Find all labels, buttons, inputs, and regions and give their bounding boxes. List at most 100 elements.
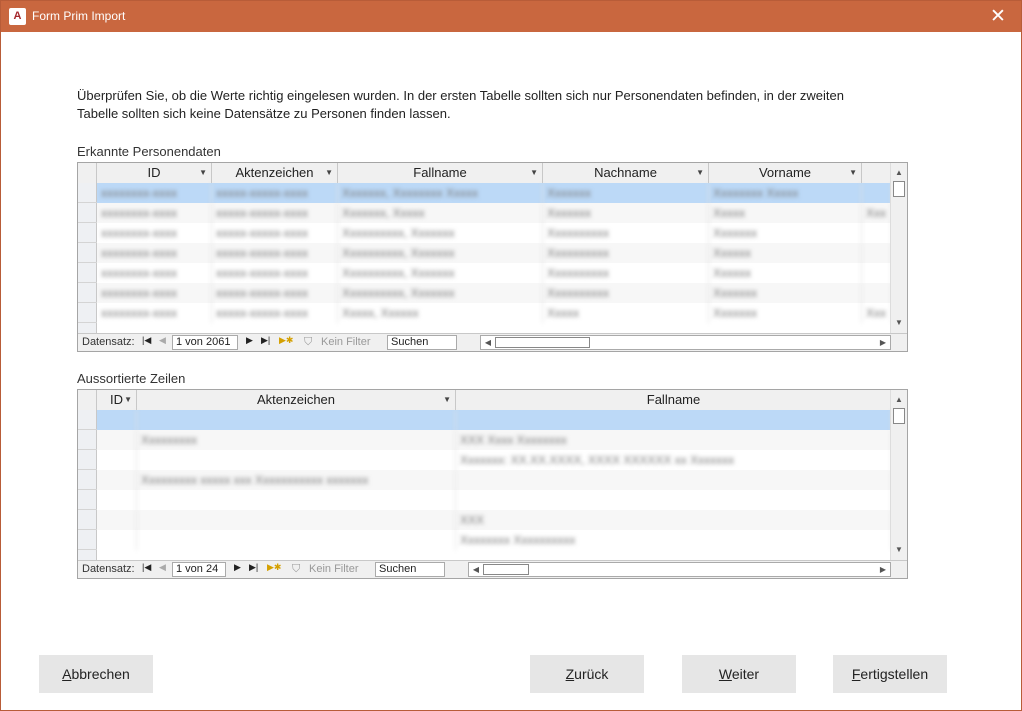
- table-cell[interactable]: xxxxxxxx-xxxx: [97, 263, 212, 283]
- table-cell[interactable]: xxxxx-xxxxx-xxxx: [212, 283, 338, 303]
- table-row[interactable]: xxxxxxxx-xxxx xxxxx-xxxxx-xxxx Xxxxxxx, Xx…: [97, 203, 892, 223]
- dropdown-arrow-icon[interactable]: ▼: [530, 163, 538, 183]
- horizontal-scroll-thumb[interactable]: [495, 337, 590, 348]
- column-header-fallname[interactable]: Fallname: [456, 390, 892, 410]
- table-cell[interactable]: Xxxxxxx: [709, 303, 862, 323]
- table-cell[interactable]: [862, 243, 892, 263]
- table-cell[interactable]: [137, 510, 456, 530]
- table-cell[interactable]: xxxxxxxx-xxxx: [97, 283, 212, 303]
- table-cell[interactable]: xxxxx-xxxxx-xxxx: [212, 183, 338, 203]
- table-row[interactable]: xxxxxxxx-xxxx xxxxx-xxxxx-xxxx Xxxxxxxxxx,…: [97, 263, 892, 283]
- column-header-aktenzeichen[interactable]: Aktenzeichen ▼: [212, 163, 338, 183]
- table-row[interactable]: Xxxxxxx: XX.XX.XXXX, XXXX XXXXXX xx Xxxx…: [97, 450, 892, 470]
- record-number-field[interactable]: 1 von 2061: [172, 335, 238, 350]
- table-row[interactable]: Xxxxxxxxx XXX Xxxx Xxxxxxxx: [97, 430, 892, 450]
- horizontal-scroll-thumb[interactable]: [483, 564, 529, 575]
- dropdown-arrow-icon[interactable]: ▼: [325, 163, 333, 183]
- dropdown-arrow-icon[interactable]: ▼: [199, 163, 207, 183]
- column-header-vorname[interactable]: Vorname ▼: [709, 163, 862, 183]
- last-record-icon[interactable]: ▶|: [261, 335, 270, 346]
- table-cell[interactable]: [456, 410, 892, 430]
- table-row[interactable]: xxxxxxxx-xxxx xxxxx-xxxxx-xxxx Xxxxxxxxxx,…: [97, 223, 892, 243]
- record-number-field[interactable]: 1 von 24: [172, 562, 226, 577]
- table-cell[interactable]: Xxxxxxxxxx, Xxxxxxx: [338, 263, 543, 283]
- filter-icon[interactable]: ⛉: [292, 563, 300, 576]
- scroll-down-icon[interactable]: ▼: [891, 542, 907, 558]
- record-selector-column[interactable]: [78, 410, 97, 561]
- vertical-scrollbar[interactable]: ▲ ▼: [890, 390, 907, 560]
- table-cell[interactable]: Xxx: [862, 303, 892, 323]
- table-cell[interactable]: xxxxx-xxxxx-xxxx: [212, 203, 338, 223]
- table-cell[interactable]: [137, 450, 456, 470]
- table-row[interactable]: xxxxxxxx-xxxx xxxxx-xxxxx-xxxx Xxxxxxx, Xx…: [97, 183, 892, 203]
- leftover-datasheet[interactable]: ID ▼ Aktenzeichen ▼ Fallname Xxxxxxxxx XXX …: [77, 389, 908, 579]
- table-cell[interactable]: Xxxxxxxxxx, Xxxxxxx: [338, 283, 543, 303]
- table-cell[interactable]: XXX: [456, 510, 892, 530]
- previous-record-icon[interactable]: ◀: [159, 335, 166, 346]
- table-cell[interactable]: XXX Xxxx Xxxxxxxx: [456, 430, 892, 450]
- table-row[interactable]: [97, 410, 892, 430]
- table-cell[interactable]: Xxxxxxxxx: [137, 430, 456, 450]
- search-input[interactable]: Suchen: [375, 562, 445, 577]
- first-record-icon[interactable]: |◀: [142, 335, 151, 346]
- table-cell[interactable]: [97, 530, 137, 550]
- column-header-id[interactable]: ID ▼: [97, 390, 137, 410]
- table-cell[interactable]: Xxxxxx: [709, 243, 862, 263]
- horizontal-scrollbar[interactable]: ◀ ▶: [480, 335, 891, 350]
- table-cell[interactable]: Xxxxxxx: [543, 183, 709, 203]
- back-button[interactable]: Zurück: [530, 655, 644, 693]
- table-cell[interactable]: Xxxxxxxxxx: [543, 223, 709, 243]
- filter-icon[interactable]: ⛉: [304, 336, 312, 349]
- table-cell[interactable]: Xxxxx, Xxxxxx: [338, 303, 543, 323]
- table-cell[interactable]: Xxxxxxxxxx: [543, 283, 709, 303]
- dropdown-arrow-icon[interactable]: ▼: [849, 163, 857, 183]
- table-cell[interactable]: Xxxxxxxxxx, Xxxxxxx: [338, 223, 543, 243]
- table-cell[interactable]: xxxxx-xxxxx-xxxx: [212, 243, 338, 263]
- scroll-thumb[interactable]: [893, 408, 905, 424]
- table-cell[interactable]: Xxxxxxx, Xxxxxxxx Xxxxx: [338, 183, 543, 203]
- table-cell[interactable]: Xxxxxxxxxx: [543, 243, 709, 263]
- column-header-nachname[interactable]: Nachname ▼: [543, 163, 709, 183]
- scroll-up-icon[interactable]: ▲: [891, 392, 907, 408]
- table-cell[interactable]: Xxxxxxxx Xxxxx: [709, 183, 862, 203]
- table-cell[interactable]: Xxx: [862, 203, 892, 223]
- new-record-icon[interactable]: ▶✱: [279, 335, 293, 346]
- scroll-up-icon[interactable]: ▲: [891, 165, 907, 181]
- scroll-right-icon[interactable]: ▶: [876, 563, 890, 576]
- filter-status[interactable]: Kein Filter: [321, 336, 371, 348]
- cancel-button[interactable]: Abbrechen: [39, 655, 153, 693]
- table-cell[interactable]: Xxxxxxx: [709, 223, 862, 243]
- table-cell[interactable]: Xxxxxxx: [543, 203, 709, 223]
- column-header-fallname[interactable]: Fallname ▼: [338, 163, 543, 183]
- record-selector-column[interactable]: [78, 183, 97, 334]
- new-record-icon[interactable]: ▶✱: [267, 562, 281, 573]
- table-row[interactable]: xxxxxxxx-xxxx xxxxx-xxxxx-xxxx Xxxxxxxxxx,…: [97, 283, 892, 303]
- column-header-aktenzeichen[interactable]: Aktenzeichen ▼: [137, 390, 456, 410]
- table-row[interactable]: xxxxxxxx-xxxx xxxxx-xxxxx-xxxx Xxxxx, Xxxx…: [97, 303, 892, 323]
- table-cell[interactable]: xxxxx-xxxxx-xxxx: [212, 303, 338, 323]
- table-cell[interactable]: [97, 410, 137, 430]
- table-cell[interactable]: [456, 470, 892, 490]
- table-cell[interactable]: [137, 410, 456, 430]
- scroll-left-icon[interactable]: ◀: [469, 563, 483, 576]
- table-cell[interactable]: xxxxxxxx-xxxx: [97, 303, 212, 323]
- persons-datasheet[interactable]: ID ▼ Aktenzeichen ▼ Fallname ▼ Nachname ▼ Vo…: [77, 162, 908, 352]
- table-row[interactable]: [97, 490, 892, 510]
- table-cell[interactable]: Xxxxx: [543, 303, 709, 323]
- table-cell[interactable]: [137, 490, 456, 510]
- table-cell[interactable]: Xxxxx: [709, 203, 862, 223]
- select-all-corner[interactable]: [78, 390, 97, 410]
- table-cell[interactable]: xxxxxxxx-xxxx: [97, 183, 212, 203]
- table-cell[interactable]: xxxxx-xxxxx-xxxx: [212, 263, 338, 283]
- finish-button[interactable]: Fertigstellen: [833, 655, 947, 693]
- next-record-icon[interactable]: ▶: [246, 335, 253, 346]
- vertical-scrollbar[interactable]: ▲ ▼: [890, 163, 907, 333]
- scroll-thumb[interactable]: [893, 181, 905, 197]
- previous-record-icon[interactable]: ◀: [159, 562, 166, 573]
- scroll-left-icon[interactable]: ◀: [481, 336, 495, 349]
- table-cell[interactable]: Xxxxxxx: [709, 283, 862, 303]
- table-row[interactable]: Xxxxxxxxx xxxxx xxx Xxxxxxxxxxx xxxxxxx: [97, 470, 892, 490]
- table-row[interactable]: XXX: [97, 510, 892, 530]
- next-button[interactable]: Weiter: [682, 655, 796, 693]
- dropdown-arrow-icon[interactable]: ▼: [696, 163, 704, 183]
